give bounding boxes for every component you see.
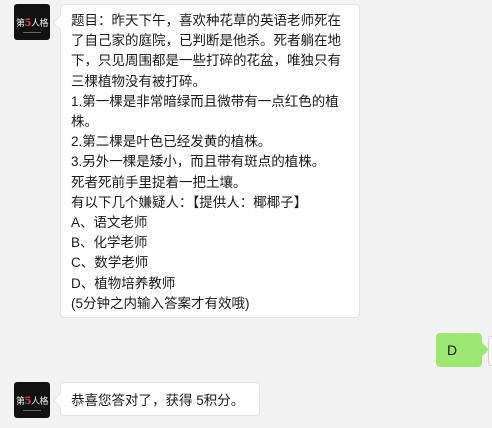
question-line: 有以下几个嫌疑人：【提供人：椰椰子】 (71, 194, 308, 210)
question-text: 题目：昨天下午，喜欢种花草的英语老师死在了自己家的庭院，已判断是他杀。死者躺在地… (71, 11, 351, 314)
question-line: A、语文老师 (71, 215, 148, 231)
user-avatar[interactable] (488, 336, 492, 366)
result-text: 恭喜您答对了，获得 5积分。 (71, 393, 245, 408)
result-message-bubble[interactable]: 恭喜您答对了，获得 5积分。 (60, 382, 260, 416)
bot-avatar[interactable]: 第5人格 (14, 4, 50, 40)
question-line: 2.第二棵是叶色已经发黄的植株。 (71, 134, 272, 150)
question-line: B、化学老师 (71, 235, 148, 251)
question-message-bubble[interactable]: 题目：昨天下午，喜欢种花草的英语老师死在了自己家的庭院，已判断是他杀。死者躺在地… (60, 4, 360, 318)
question-line: D、植物培养教师 (71, 275, 176, 291)
question-line: C、数学老师 (71, 255, 149, 271)
avatar-underline (23, 32, 41, 33)
question-line: 死者死前手里捉着一把土壤。 (71, 174, 247, 190)
user-reply-text: D (447, 342, 458, 358)
avatar-underline (23, 410, 41, 411)
question-line: 1.第一棵是非常暗绿而且微带有一点红色的植株。 (71, 93, 339, 130)
question-line: 题目：昨天下午，喜欢种花草的英语老师死在了自己家的庭院，已判断是他杀。死者躺在地… (71, 13, 341, 89)
bot-avatar-second[interactable]: 第5人格 (14, 382, 50, 418)
question-line: (5分钟之内输入答案才有效哦) (71, 295, 250, 311)
user-reply-bubble[interactable]: D (436, 333, 482, 367)
avatar-logo-text: 第5人格 (15, 395, 48, 407)
avatar-logo-text: 第5人格 (15, 17, 48, 29)
question-line: 3.另外一棵是矮小，而且带有斑点的植株。 (71, 154, 326, 170)
